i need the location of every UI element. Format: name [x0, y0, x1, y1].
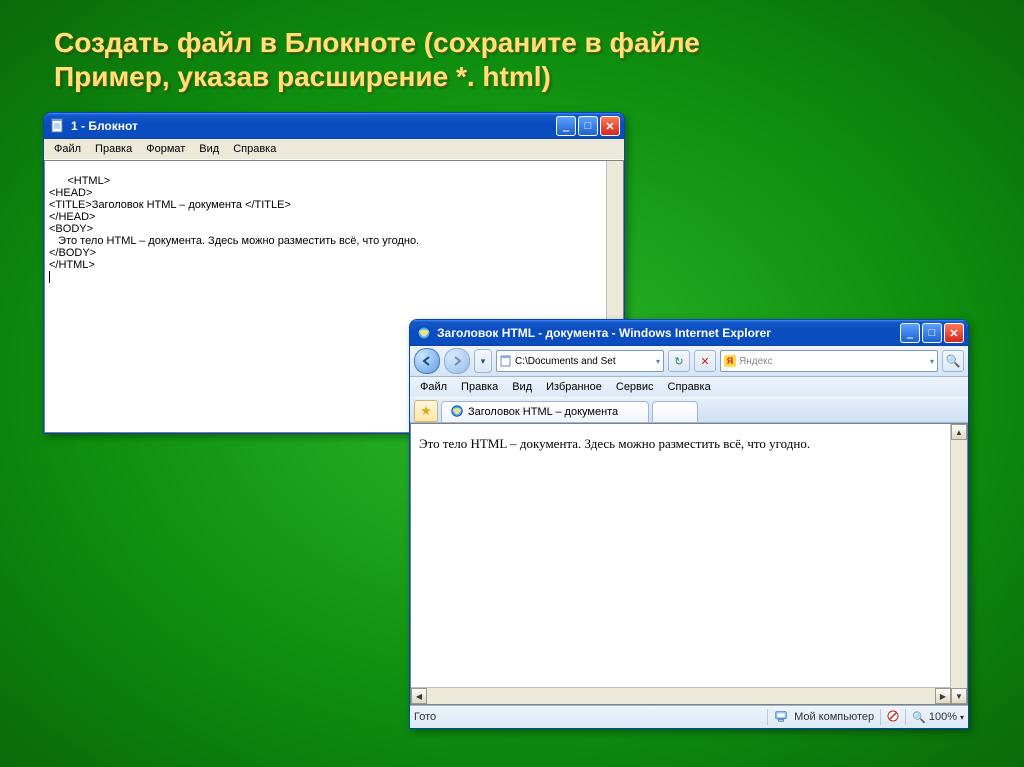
text-cursor [49, 271, 50, 283]
stop-button[interactable]: ✕ [694, 350, 716, 372]
close-button[interactable]: ✕ [600, 116, 620, 136]
search-box[interactable]: Я Яндекс ▾ [720, 350, 938, 372]
ie-tab-icon [450, 404, 464, 421]
scroll-right-button[interactable]: ▶ [935, 688, 951, 704]
status-zone: Мой компьютер [794, 711, 874, 723]
status-ready: Гото [414, 711, 436, 723]
scroll-down-button[interactable]: ▼ [951, 688, 967, 704]
menu-view[interactable]: Вид [193, 141, 225, 157]
address-text: C:\Documents and Set [515, 356, 616, 367]
page-body-text: Это тело HTML – документа. Здесь можно р… [419, 436, 810, 451]
menu-edit[interactable]: Правка [455, 379, 504, 395]
page-icon [500, 355, 512, 367]
status-separator [905, 709, 906, 725]
ie-page-body[interactable]: Это тело HTML – документа. Здесь можно р… [410, 423, 968, 705]
close-button[interactable]: ✕ [944, 323, 964, 343]
address-bar[interactable]: C:\Documents and Set ▾ [496, 350, 664, 372]
zoom-value: 100% [929, 711, 957, 723]
zoom-icon: 🔍 [912, 711, 926, 724]
slide-background: Создать файл в Блокноте (сохраните в фай… [0, 0, 1024, 767]
status-separator [880, 709, 881, 725]
ie-menubar: Файл Правка Вид Избранное Сервис Справка [410, 377, 968, 398]
menu-file[interactable]: Файл [48, 141, 87, 157]
vertical-scrollbar[interactable]: ▲ ▼ [950, 424, 967, 704]
ie-title-text: Заголовок HTML - документа - Windows Int… [437, 326, 771, 340]
maximize-button[interactable]: □ [578, 116, 598, 136]
forward-button[interactable] [444, 348, 470, 374]
notepad-title-text: 1 - Блокнот [71, 119, 138, 133]
menu-favorites[interactable]: Избранное [540, 379, 608, 395]
ie-nav-toolbar: ▾ C:\Documents and Set ▾ ↻ ✕ Я Яндекс ▾ … [410, 346, 968, 377]
horizontal-scrollbar[interactable]: ◀ ▶ [411, 687, 951, 704]
tab-label: Заголовок HTML – документа [468, 406, 618, 418]
ie-window: Заголовок HTML - документа - Windows Int… [409, 319, 969, 729]
ie-statusbar: Гото Мой компьютер 🔍 100% ▾ [410, 705, 968, 728]
slide-title: Создать файл в Блокноте (сохраните в фай… [54, 26, 984, 93]
protected-mode-icon [887, 710, 899, 725]
computer-icon [774, 709, 788, 726]
scroll-up-button[interactable]: ▲ [951, 424, 967, 440]
ie-titlebar[interactable]: Заголовок HTML - документа - Windows Int… [410, 320, 968, 346]
menu-file[interactable]: Файл [414, 379, 453, 395]
notepad-text-content: <HTML> <HEAD> <TITLE>Заголовок HTML – до… [49, 175, 419, 271]
zoom-dropdown-icon[interactable]: ▾ [960, 713, 964, 722]
refresh-button[interactable]: ↻ [668, 350, 690, 372]
notepad-menubar: Файл Правка Формат Вид Справка [44, 139, 624, 160]
menu-help[interactable]: Справка [227, 141, 282, 157]
minimize-button[interactable]: ‗ [900, 323, 920, 343]
status-separator [767, 709, 768, 725]
ie-icon [416, 325, 432, 341]
search-dropdown-icon[interactable]: ▾ [930, 357, 934, 366]
notepad-icon [50, 118, 66, 134]
scroll-track[interactable] [951, 440, 967, 688]
menu-format[interactable]: Формат [140, 141, 191, 157]
search-placeholder: Яндекс [739, 356, 773, 367]
minimize-button[interactable]: ‗ [556, 116, 576, 136]
notepad-titlebar[interactable]: 1 - Блокнот ‗ □ ✕ [44, 113, 624, 139]
new-tab-button[interactable] [652, 401, 698, 422]
address-dropdown-icon[interactable]: ▾ [656, 357, 660, 366]
tab-active[interactable]: Заголовок HTML – документа [441, 401, 649, 422]
maximize-button[interactable]: □ [922, 323, 942, 343]
favorites-button[interactable]: ★ [414, 400, 438, 422]
ie-tabstrip: ★ Заголовок HTML – документа [410, 398, 968, 423]
zoom-control[interactable]: 🔍 100% ▾ [912, 711, 964, 724]
nav-dropdown-button[interactable]: ▾ [474, 349, 492, 373]
back-button[interactable] [414, 348, 440, 374]
menu-edit[interactable]: Правка [89, 141, 138, 157]
menu-tools[interactable]: Сервис [610, 379, 660, 395]
menu-help[interactable]: Справка [662, 379, 717, 395]
menu-view[interactable]: Вид [506, 379, 538, 395]
yandex-icon: Я [724, 355, 736, 367]
scroll-left-button[interactable]: ◀ [411, 688, 427, 704]
search-go-button[interactable]: 🔍 [942, 350, 964, 372]
